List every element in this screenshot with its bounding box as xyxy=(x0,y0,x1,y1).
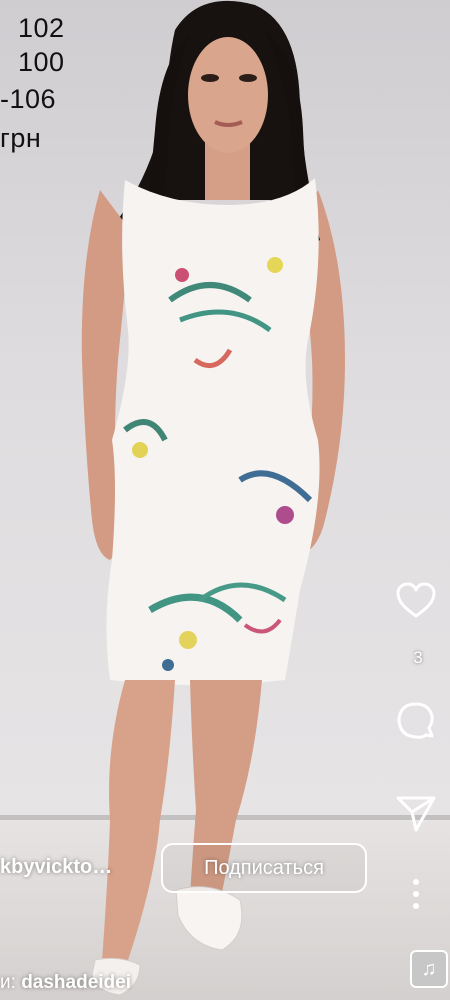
send-icon xyxy=(396,796,436,832)
music-note-icon: ♫ xyxy=(421,957,437,980)
username-label[interactable]: kbyvickto… xyxy=(0,856,112,879)
subscribe-button[interactable]: Подписаться xyxy=(161,843,367,893)
comment-button[interactable] xyxy=(392,700,440,744)
audio-author: dashadeidei xyxy=(21,972,132,993)
likes-count: 3 xyxy=(413,648,423,667)
size-line-3: -106 xyxy=(0,84,57,114)
price-line: грн xyxy=(0,123,42,153)
audio-prefix: и: xyxy=(0,972,16,993)
comment-icon xyxy=(397,702,434,739)
size-line-2: 100 xyxy=(18,47,65,77)
like-button[interactable] xyxy=(392,582,440,620)
heart-icon xyxy=(396,582,436,618)
share-button[interactable] xyxy=(392,792,440,834)
video-frame[interactable]: 102 100 -106 грн 3 kbyvickto… Подписатьс xyxy=(0,0,450,1000)
more-vertical-icon xyxy=(413,879,419,909)
size-line-1: 102 xyxy=(18,13,65,43)
audio-credit[interactable]: и: dashadeidei xyxy=(0,972,131,994)
audio-thumbnail[interactable]: ♫ xyxy=(410,950,448,988)
more-button[interactable] xyxy=(392,878,440,910)
